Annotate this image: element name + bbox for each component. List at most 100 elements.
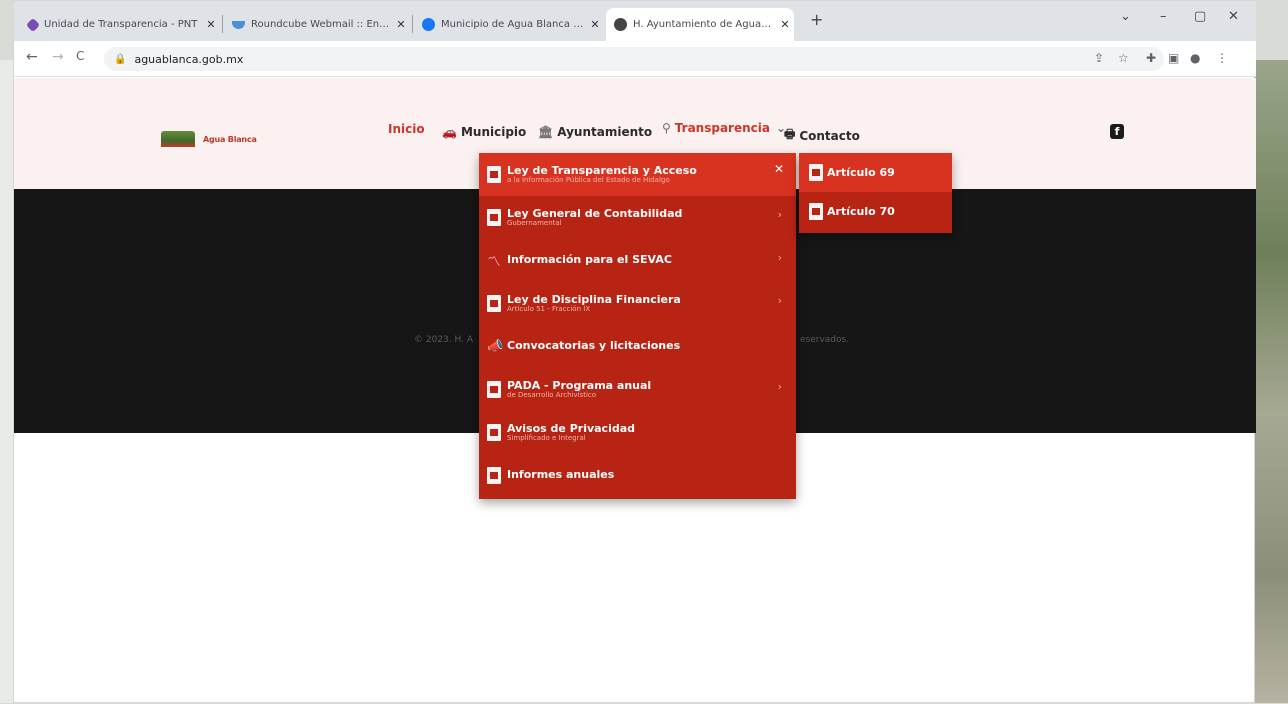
tab-title: Municipio de Agua Blanca de It [441,19,586,30]
chevron-right-icon: › [777,380,782,393]
menu-item-title: Información para el SEVAC [507,253,672,267]
tab-favicon [614,18,627,31]
minimize-button[interactable]: – [1160,9,1167,24]
nav-inicio[interactable]: Inicio [388,122,425,136]
tab-title: Unidad de Transparencia - PNT [44,19,198,30]
close-icon[interactable]: ✕ [776,18,794,31]
document-icon [487,467,501,484]
new-tab-button[interactable]: + [810,10,823,29]
lock-icon[interactable]: 🔒 [114,54,126,65]
forward-button[interactable]: → [52,49,64,65]
submenu-item-label: Artículo 70 [827,205,895,218]
printer-icon: 🖶 [784,127,796,141]
search-icon: ⚲ [662,121,671,135]
chevron-right-icon: › [777,294,782,307]
menu-item-title: Ley de Disciplina Financiera [507,292,681,306]
menu-item-title: Ley de Transparencia y Acceso [507,163,697,177]
desktop-background-right [1255,60,1288,703]
extensions-icon[interactable]: ✚ [1146,51,1156,65]
menu-item-subtitle: Artículo 51 - Fracción IX [507,304,591,313]
nav-label: Municipio [460,125,527,139]
tab-roundcube[interactable]: Roundcube Webmail :: Entrada ✕ [224,8,410,41]
nav-label: Ayuntamiento [557,125,653,139]
transparencia-dropdown-menu: Ley de Transparencia y Acceso a la Infor… [479,153,796,499]
tab-title: H. Ayuntamiento de Aguablanca [633,19,776,30]
tab-separator [222,15,223,33]
close-icon[interactable]: ✕ [392,18,410,31]
menu-icon[interactable]: ⋮ [1216,51,1228,65]
menu-item-subtitle: a la Información Pública del Estado de H… [507,175,670,184]
tab-unidad-transparencia[interactable]: Unidad de Transparencia - PNT ✕ [20,8,220,41]
menu-item-title: Avisos de Privacidad [507,421,636,435]
reload-button[interactable]: C [76,49,84,63]
close-icon[interactable]: ✕ [586,18,604,31]
document-icon [809,164,823,181]
document-icon [487,295,501,312]
copyright-text-left: © 2023. H. A [414,335,473,345]
site-logo[interactable]: Agua Blanca [161,129,261,149]
tab-ayuntamiento-active[interactable]: H. Ayuntamiento de Aguablanca ✕ [606,8,794,41]
menu-item-ley-contabilidad[interactable]: Ley General de Contabilidad Gubernamenta… [479,196,796,239]
logo-mark-icon [161,131,195,147]
menu-item-title: Convocatorias y licitaciones [507,339,681,353]
menu-item-title: Ley General de Contabilidad [507,206,683,220]
chevron-right-icon: › [777,208,782,221]
menu-item-title: Informes anuales [507,468,615,482]
star-icon[interactable]: ☆ [1118,51,1129,65]
logo-text: Agua Blanca [203,134,257,144]
nav-ayuntamiento[interactable]: 🏛 Ayuntamiento [538,125,652,139]
menu-item-subtitle: Simplificado e Integral [507,433,586,442]
document-icon [487,209,501,226]
megaphone-icon: 📣 [487,339,504,354]
tab-favicon [25,17,41,32]
menu-item-informes-anuales[interactable]: Informes anuales [479,454,796,497]
chevron-right-icon: › [777,251,782,264]
menu-item-title: PADA - Programa anual [507,378,652,392]
nav-label: Inicio [388,122,425,136]
copyright-text-right: eservados. [800,335,850,345]
close-window-button[interactable]: ✕ [1228,9,1239,24]
close-icon[interactable]: ✕ [774,162,784,176]
facebook-icon[interactable]: f [1110,124,1124,139]
tab-title: Roundcube Webmail :: Entrada [251,19,392,30]
document-icon [487,424,501,441]
tab-search-button[interactable]: ⌄ [1120,9,1131,24]
document-icon [487,381,501,398]
menu-item-convocatorias[interactable]: 📣 Convocatorias y licitaciones [479,325,796,368]
tab-municipio-facebook[interactable]: Municipio de Agua Blanca de It ✕ [414,8,604,41]
tab-separator [412,15,413,33]
nav-label: Transparencia [674,121,770,135]
tab-bar: Unidad de Transparencia - PNT ✕ Roundcub… [14,1,1256,41]
nav-contacto[interactable]: 🖶 Contacto [784,125,860,146]
document-icon [487,166,501,183]
building-icon: 🏛 [538,125,554,139]
profile-icon[interactable]: ● [1190,51,1200,65]
nav-label: Contacto [799,128,860,143]
submenu-item-label: Artículo 69 [827,166,895,179]
document-icon [809,203,823,220]
menu-item-subtitle: Gubernamental [507,218,562,227]
menu-item-ley-transparencia[interactable]: Ley de Transparencia y Acceso a la Infor… [479,153,796,196]
address-bar[interactable]: 🔒 aguablanca.gob.mx [104,47,1164,71]
menu-item-avisos-privacidad[interactable]: Avisos de Privacidad Simplificado e Inte… [479,411,796,454]
nav-municipio[interactable]: 🚗 Municipio [442,125,526,139]
submenu-item-articulo-69[interactable]: Artículo 69 [799,153,952,192]
nav-transparencia[interactable]: ⚲ Transparencia ⌄ [662,121,786,135]
ley-transparencia-submenu: Artículo 69 Artículo 70 [799,153,952,233]
close-icon[interactable]: ✕ [202,18,220,31]
back-button[interactable]: ← [26,49,38,65]
sidepanel-icon[interactable]: ▣ [1168,51,1179,65]
menu-item-subtitle: de Desarrollo Archivístico [507,390,597,399]
desktop-background-left [0,60,13,703]
tab-favicon [232,20,245,29]
url-text[interactable]: aguablanca.gob.mx [134,53,243,66]
menu-item-pada[interactable]: PADA - Programa anual de Desarrollo Arch… [479,368,796,411]
menu-item-sevac[interactable]: 〽 Información para el SEVAC › [479,239,796,282]
submenu-item-articulo-70[interactable]: Artículo 70 [799,192,952,231]
share-icon[interactable]: ⇪ [1094,51,1104,65]
signal-icon: 〽 [487,255,501,270]
menu-item-disciplina-financiera[interactable]: Ley de Disciplina Financiera Artículo 51… [479,282,796,325]
web-page: Agua Blanca Inicio 🚗 Municipio 🏛 Ayuntam… [14,78,1256,704]
restore-button[interactable]: ▢ [1194,9,1206,24]
browser-window: Unidad de Transparencia - PNT ✕ Roundcub… [13,0,1256,704]
